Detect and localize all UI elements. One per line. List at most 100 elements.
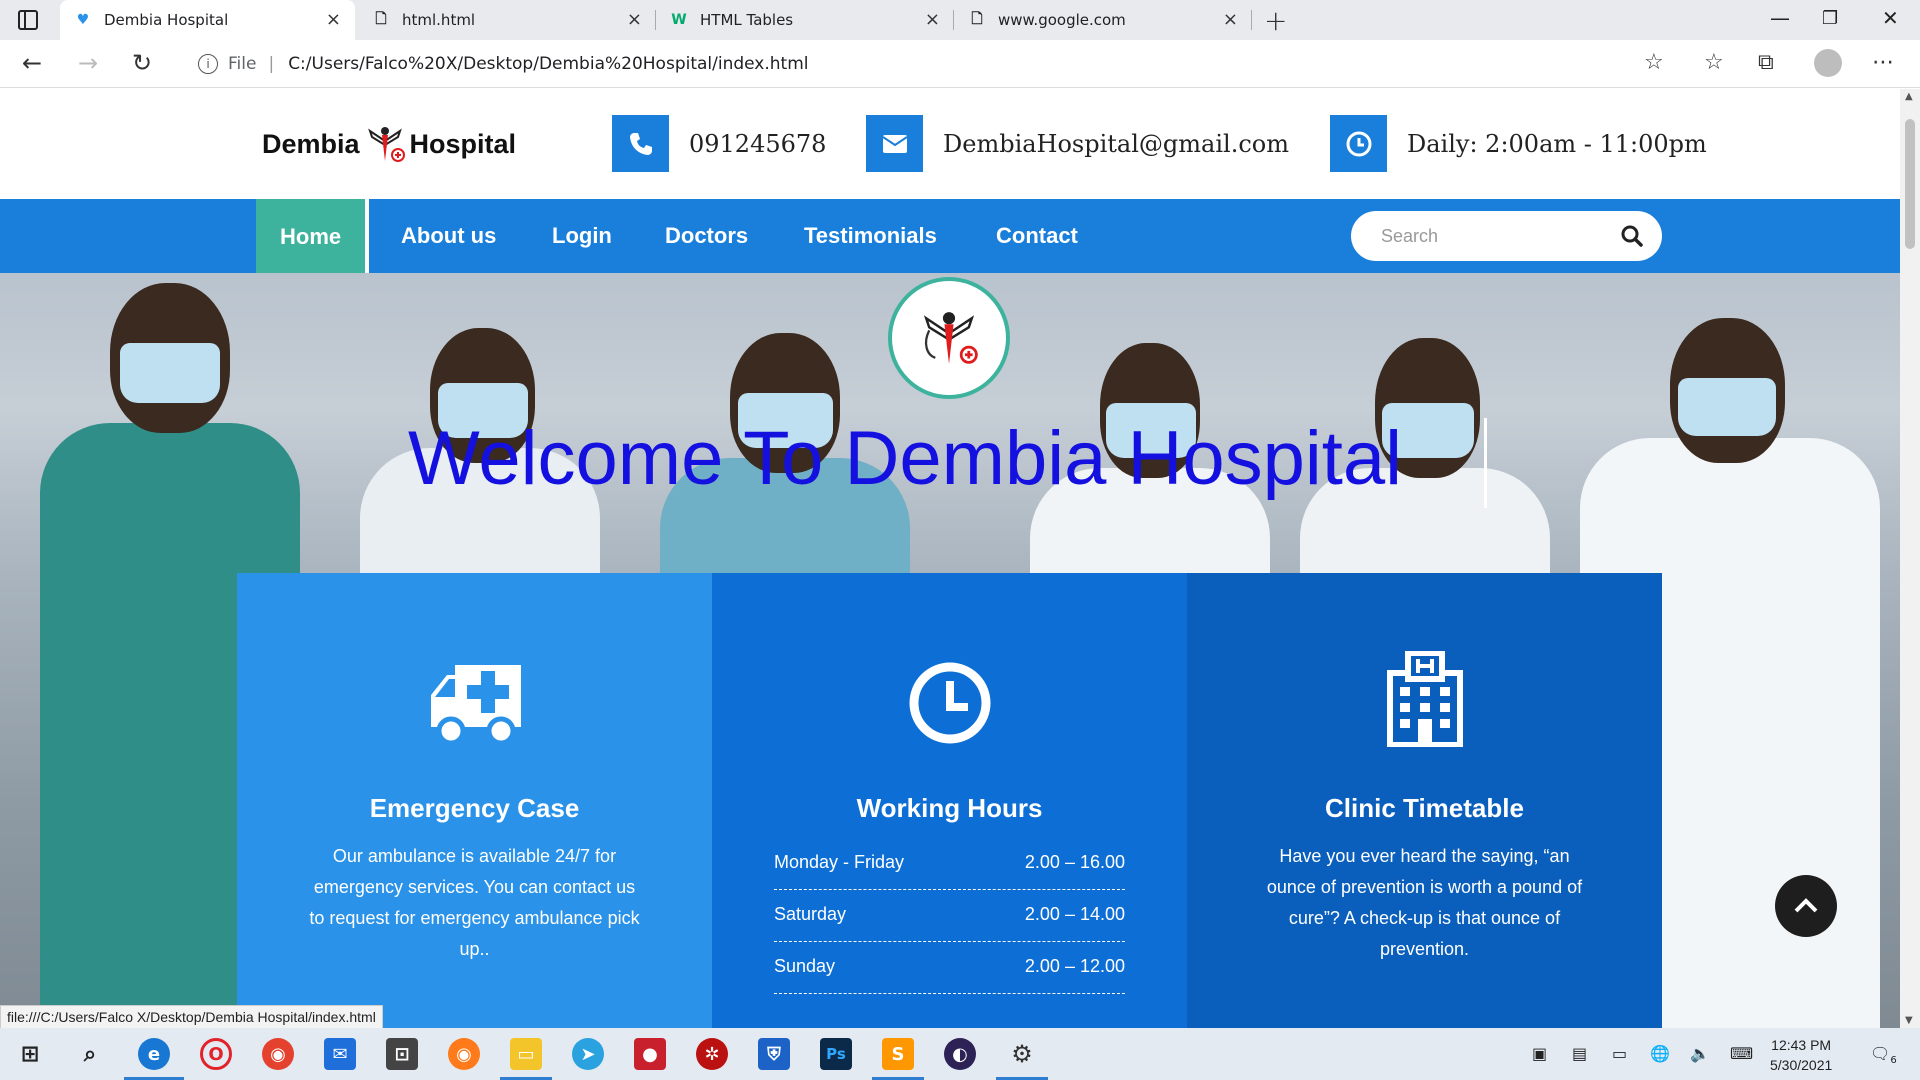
site-logo[interactable]: Dembia Hospital [262, 121, 516, 167]
url-field[interactable]: i File | C:/Users/Falco%20X/Desktop/Demb… [180, 45, 1680, 83]
day-label: Sunday [774, 956, 836, 976]
search-icon[interactable]: ⌕ [74, 1038, 106, 1070]
phone-contact: 091245678 [612, 115, 826, 172]
hospital-building-icon [1386, 651, 1463, 747]
hours-table: Monday - Friday 2.00 – 16.00 Saturday 2.… [774, 848, 1125, 1004]
hours-contact: Daily: 2:00am - 11:00pm [1330, 115, 1707, 172]
card-text: Have you ever heard the saying, “an ounc… [1266, 846, 1583, 959]
restore-icon[interactable]: ❐ [1822, 8, 1838, 29]
hero-section: Welcome To Dembia Hospital Emergency Cas… [0, 273, 1900, 1028]
tab-html-tables[interactable]: W HTML Tables × [656, 0, 954, 40]
phone-number[interactable]: 091245678 [689, 130, 826, 158]
heart-favicon-icon: ♥ [76, 12, 90, 28]
caduceus-icon [367, 127, 405, 162]
opera-icon[interactable]: O [200, 1038, 232, 1070]
meet-now-icon[interactable]: ▣ [1532, 1044, 1547, 1063]
url-text[interactable]: C:/Users/Falco%20X/Desktop/Dembia%20Hosp… [288, 54, 808, 74]
search-box [1351, 211, 1662, 261]
file-explorer-icon[interactable]: ▭ [510, 1038, 542, 1070]
logo-text-left: Dembia [262, 128, 360, 159]
tab-google[interactable]: 🗋 www.google.com × [954, 0, 1252, 40]
volume-icon[interactable]: 🔈 [1690, 1044, 1710, 1063]
clock-icon [1330, 115, 1387, 172]
hours-row: Monday - Friday 2.00 – 16.00 [774, 848, 1125, 890]
minimize-icon[interactable]: — [1770, 6, 1790, 30]
display-icon[interactable]: ▤ [1572, 1044, 1587, 1063]
page-scrollbar[interactable]: ▲ ▼ [1900, 89, 1920, 1028]
new-tab-button[interactable]: + [1264, 4, 1287, 37]
scroll-down-icon[interactable]: ▼ [1905, 1015, 1913, 1026]
windows-start-icon[interactable]: ⊞ [14, 1038, 46, 1070]
info-icon[interactable]: i [198, 54, 218, 74]
add-favorite-icon[interactable]: ☆ [1644, 50, 1664, 75]
close-tab-icon[interactable]: × [1223, 9, 1238, 30]
envelope-icon [866, 115, 923, 172]
nav-doctors[interactable]: Doctors [665, 199, 748, 273]
email-address[interactable]: DembiaHospital@gmail.com [943, 130, 1289, 158]
file-icon: 🗋 [375, 11, 387, 27]
card-title: Working Hours [856, 793, 1043, 823]
clock-icon [909, 662, 990, 744]
time-range: 2.00 – 16.00 [1024, 852, 1125, 872]
tab-html-html[interactable]: 🗋 html.html × [358, 0, 656, 40]
time-range: 2.00 – 12.00 [1024, 956, 1125, 976]
back-icon[interactable]: ← [22, 49, 42, 77]
collections-icon[interactable]: ⧉ [1758, 50, 1774, 75]
photoshop-icon[interactable]: Ps [820, 1038, 852, 1070]
tab-title: HTML Tables [700, 11, 794, 29]
store-icon[interactable]: ⊡ [386, 1038, 418, 1070]
scroll-to-top-button[interactable] [1775, 875, 1837, 937]
eclipse-icon[interactable]: ◐ [944, 1038, 976, 1070]
w3schools-icon: W [671, 12, 687, 28]
opening-hours: Daily: 2:00am - 11:00pm [1407, 129, 1707, 158]
more-menu-icon[interactable]: ⋯ [1872, 50, 1894, 75]
card-title: Clinic Timetable [1325, 793, 1524, 823]
working-hours-card: Working Hours Monday - Friday 2.00 – 16.… [712, 573, 1187, 1028]
search-input[interactable] [1381, 225, 1601, 247]
search-icon[interactable] [1620, 224, 1644, 248]
tab-strip: ♥ Dembia Hospital × 🗋 html.html × W HTML… [0, 0, 1920, 40]
mail-icon[interactable]: ✉ [324, 1038, 356, 1070]
card-title: Emergency Case [369, 793, 580, 823]
settings-gear-icon[interactable]: ⚙ [1006, 1038, 1038, 1070]
nav-login[interactable]: Login [552, 199, 612, 273]
nav-home[interactable]: Home [256, 199, 370, 279]
close-tab-icon[interactable]: × [627, 9, 642, 30]
edge-browser-icon[interactable]: e [138, 1038, 170, 1070]
forward-icon[interactable]: → [78, 49, 98, 77]
close-tab-icon[interactable]: × [925, 9, 940, 30]
tab-actions-icon[interactable] [18, 10, 38, 30]
battery-icon[interactable]: ▭ [1612, 1044, 1627, 1063]
tab-dembia-hospital[interactable]: ♥ Dembia Hospital × [60, 0, 355, 40]
app-icon[interactable]: ✲ [696, 1038, 728, 1070]
page-viewport: Dembia Hospital 091245678 DembiaHospital… [0, 89, 1900, 1028]
reload-icon[interactable]: ↻ [132, 49, 152, 77]
time-range: 2.00 – 14.00 [1024, 904, 1125, 924]
firefox-icon[interactable]: ◉ [448, 1038, 480, 1070]
typing-caret [1484, 418, 1487, 508]
nav-contact[interactable]: Contact [996, 199, 1078, 273]
system-clock[interactable]: 12:43 PM 5/30/2021 [1770, 1035, 1832, 1075]
profile-avatar[interactable] [1814, 49, 1842, 77]
shield-icon[interactable]: ⛨ [758, 1038, 790, 1070]
nav-testimonials[interactable]: Testimonials [804, 199, 937, 273]
close-window-icon[interactable]: ✕ [1882, 6, 1899, 30]
favorites-icon[interactable]: ☆ [1704, 50, 1724, 75]
chrome-icon[interactable]: ◉ [262, 1038, 294, 1070]
hours-row: Saturday 2.00 – 14.00 [774, 900, 1125, 942]
recorder-icon[interactable]: ● [634, 1038, 666, 1070]
scroll-up-icon[interactable]: ▲ [1905, 91, 1913, 102]
network-globe-icon[interactable]: 🌐 [1650, 1044, 1670, 1063]
notifications-icon[interactable]: 🗨6 [1870, 1044, 1897, 1066]
nav-about-us[interactable]: About us [401, 199, 496, 273]
site-header: Dembia Hospital 091245678 DembiaHospital… [0, 89, 1900, 199]
emergency-card: Emergency Case Our ambulance is availabl… [237, 573, 712, 1028]
close-tab-icon[interactable]: × [326, 9, 341, 30]
sublime-text-icon[interactable]: S [882, 1038, 914, 1070]
telegram-icon[interactable]: ➤ [572, 1038, 604, 1070]
clinic-timetable-card: Clinic Timetable Have you ever heard the… [1187, 573, 1662, 1028]
scroll-thumb[interactable] [1905, 119, 1915, 249]
keyboard-icon[interactable]: ⌨ [1730, 1044, 1753, 1063]
day-label: Saturday [774, 904, 847, 924]
notification-count: 6 [1890, 1055, 1897, 1067]
